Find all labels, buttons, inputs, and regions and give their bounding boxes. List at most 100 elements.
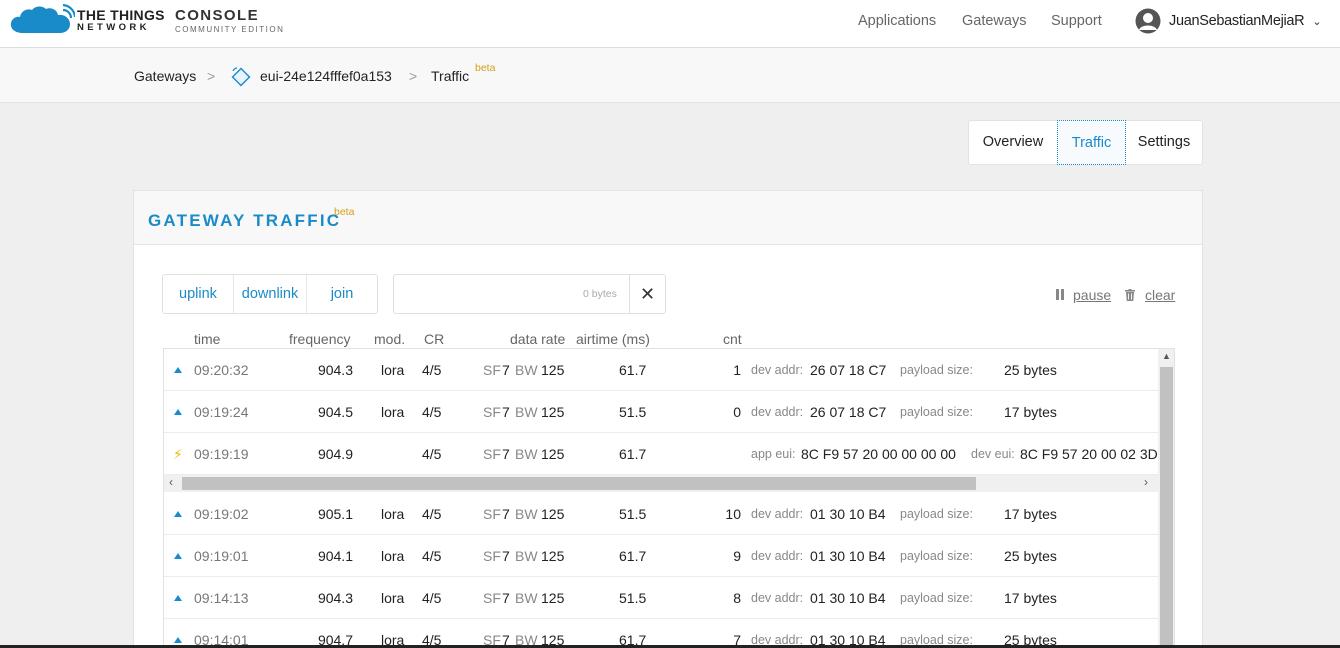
cell-time: 09:20:32 xyxy=(194,362,249,378)
table-row[interactable]: 09:19:02 905.1 lora 4/5 SF 7 BW 125 51.5… xyxy=(164,493,1158,535)
bw-label: BW xyxy=(515,362,538,378)
scrollbar-thumb[interactable] xyxy=(1160,367,1173,648)
gateway-tabs: Overview Traffic Settings xyxy=(968,120,1203,165)
filter-join[interactable]: join xyxy=(307,275,377,313)
breadcrumb-gateway-id[interactable]: eui-24e124fffef0a153 xyxy=(260,68,392,84)
clear-button[interactable]: clear xyxy=(1145,287,1175,303)
chevron-down-icon: ⌄ xyxy=(1312,15,1322,28)
col-mod: mod. xyxy=(374,331,406,347)
cell-frequency: 904.9 xyxy=(317,446,353,462)
cell-airtime: 51.5 xyxy=(619,590,647,606)
cell-cnt: 0 xyxy=(733,404,741,420)
top-navbar: THE THINGS NETWORK CONSOLE COMMUNITY EDI… xyxy=(0,0,1340,48)
table-row[interactable]: 09:19:24 904.5 lora 4/5 SF 7 BW 125 51.5… xyxy=(164,391,1158,433)
dev-addr-label: dev addr: xyxy=(751,405,804,419)
scroll-left-icon[interactable]: ‹ xyxy=(169,475,173,489)
cell-frequency: 904.1 xyxy=(317,548,353,564)
filter-uplink[interactable]: uplink xyxy=(163,275,234,313)
cell-cnt: 8 xyxy=(733,590,741,606)
col-cnt: cnt xyxy=(723,331,742,347)
cell-mod: lora xyxy=(381,590,405,606)
traffic-filters: uplink downlink join xyxy=(162,274,378,314)
cell-dev-addr: 01 30 10 B4 xyxy=(810,506,886,522)
breadcrumb: Gateways > eui-24e124fffef0a153 > Traffi… xyxy=(0,48,1340,103)
vertical-scrollbar[interactable]: ▲ xyxy=(1158,349,1174,648)
cell-dev-addr: 26 07 18 C7 xyxy=(810,404,887,420)
cell-mod: lora xyxy=(381,548,405,564)
nav-support[interactable]: Support xyxy=(1051,13,1102,29)
user-avatar-icon xyxy=(1135,8,1161,34)
breadcrumb-separator: > xyxy=(409,68,418,84)
pause-icon[interactable] xyxy=(1056,289,1065,301)
gateway-icon xyxy=(230,66,252,91)
cell-airtime: 61.7 xyxy=(619,362,647,378)
tab-overview[interactable]: Overview xyxy=(969,121,1057,164)
table-row[interactable]: 09:19:01 904.1 lora 4/5 SF 7 BW 125 61.7… xyxy=(164,535,1158,577)
col-data-rate: data rate xyxy=(510,331,566,347)
cell-cr: 4/5 xyxy=(422,446,442,462)
scrollbar-thumb[interactable] xyxy=(182,477,976,490)
traffic-table: 09:20:32 904.3 lora 4/5 SF 7 BW 125 61.7… xyxy=(163,348,1175,648)
sf-label: SF xyxy=(483,446,501,462)
gateway-traffic-card: GATEWAY TRAFFIC beta uplink downlink joi… xyxy=(133,190,1203,648)
console-line-1: CONSOLE xyxy=(175,7,259,24)
payload-size-label: payload size: xyxy=(900,591,973,605)
payload-size-label: payload size: xyxy=(900,405,973,419)
cell-sf: 7 xyxy=(502,404,510,420)
cell-sf: 7 xyxy=(502,506,510,522)
cell-sf: 7 xyxy=(502,446,510,462)
cell-bw: 125 xyxy=(541,506,565,522)
card-header: GATEWAY TRAFFIC beta xyxy=(134,191,1202,245)
cell-mod: lora xyxy=(381,506,405,522)
dev-addr-label: dev addr: xyxy=(751,507,804,521)
bw-label: BW xyxy=(515,404,538,420)
payload-size-label: payload size: xyxy=(900,363,973,377)
table-row[interactable]: 09:14:13 904.3 lora 4/5 SF 7 BW 125 51.5… xyxy=(164,577,1158,619)
sf-label: SF xyxy=(483,362,501,378)
cell-sf: 7 xyxy=(502,548,510,564)
cell-cr: 4/5 xyxy=(422,506,442,522)
horizontal-scrollbar[interactable]: ‹ › xyxy=(164,475,1158,492)
cell-bw: 125 xyxy=(541,404,565,420)
cell-mod: lora xyxy=(381,404,405,420)
scroll-right-icon[interactable]: › xyxy=(1144,475,1148,489)
ttn-logo[interactable] xyxy=(9,4,75,36)
close-icon[interactable]: ✕ xyxy=(629,275,665,313)
col-frequency: frequency xyxy=(289,331,351,347)
pause-button[interactable]: pause xyxy=(1073,287,1111,303)
sf-label: SF xyxy=(483,548,501,564)
cell-airtime: 61.7 xyxy=(619,548,647,564)
app-eui-label: app eui: xyxy=(751,447,796,461)
user-name: JuanSebastianMejiaR xyxy=(1169,13,1305,29)
table-row[interactable]: 09:20:32 904.3 lora 4/5 SF 7 BW 125 61.7… xyxy=(164,349,1158,391)
filter-downlink[interactable]: downlink xyxy=(234,275,307,313)
bw-label: BW xyxy=(515,590,538,606)
cell-payload-size: 17 bytes xyxy=(1004,404,1057,420)
trash-icon[interactable] xyxy=(1125,289,1135,301)
cell-time: 09:19:02 xyxy=(194,506,249,522)
console-title: CONSOLE COMMUNITY EDITION xyxy=(175,8,284,34)
cell-dev-addr: 26 07 18 C7 xyxy=(810,362,887,378)
tab-settings[interactable]: Settings xyxy=(1126,121,1202,164)
tab-traffic[interactable]: Traffic xyxy=(1057,120,1126,165)
user-menu[interactable]: JuanSebastianMejiaR ⌄ xyxy=(1135,8,1322,34)
sf-label: SF xyxy=(483,506,501,522)
table-row[interactable]: 09:14:01 904.7 lora 4/5 SF 7 BW 125 61.7… xyxy=(164,619,1158,648)
cell-dev-eui: 8C F9 57 20 00 02 3D xyxy=(1020,446,1158,462)
cell-bw: 125 xyxy=(541,446,565,462)
cell-frequency: 904.3 xyxy=(317,362,353,378)
cell-frequency: 905.1 xyxy=(317,506,353,522)
cell-sf: 7 xyxy=(502,362,510,378)
cell-time: 09:19:01 xyxy=(194,548,249,564)
nav-gateways[interactable]: Gateways xyxy=(962,13,1026,29)
console-line-2: COMMUNITY EDITION xyxy=(175,25,285,34)
col-time: time xyxy=(194,331,221,347)
scroll-up-icon[interactable]: ▲ xyxy=(1162,351,1171,361)
cell-cnt: 1 xyxy=(733,362,741,378)
brand-line-2: NETWORK xyxy=(77,22,150,33)
bw-label: BW xyxy=(515,506,538,522)
breadcrumb-gateways[interactable]: Gateways xyxy=(134,68,196,84)
nav-applications[interactable]: Applications xyxy=(858,13,936,29)
table-row[interactable]: ⚡ 09:19:19 904.9 4/5 SF 7 BW 125 61.7 ap… xyxy=(164,433,1158,475)
cell-time: 09:19:24 xyxy=(194,404,249,420)
